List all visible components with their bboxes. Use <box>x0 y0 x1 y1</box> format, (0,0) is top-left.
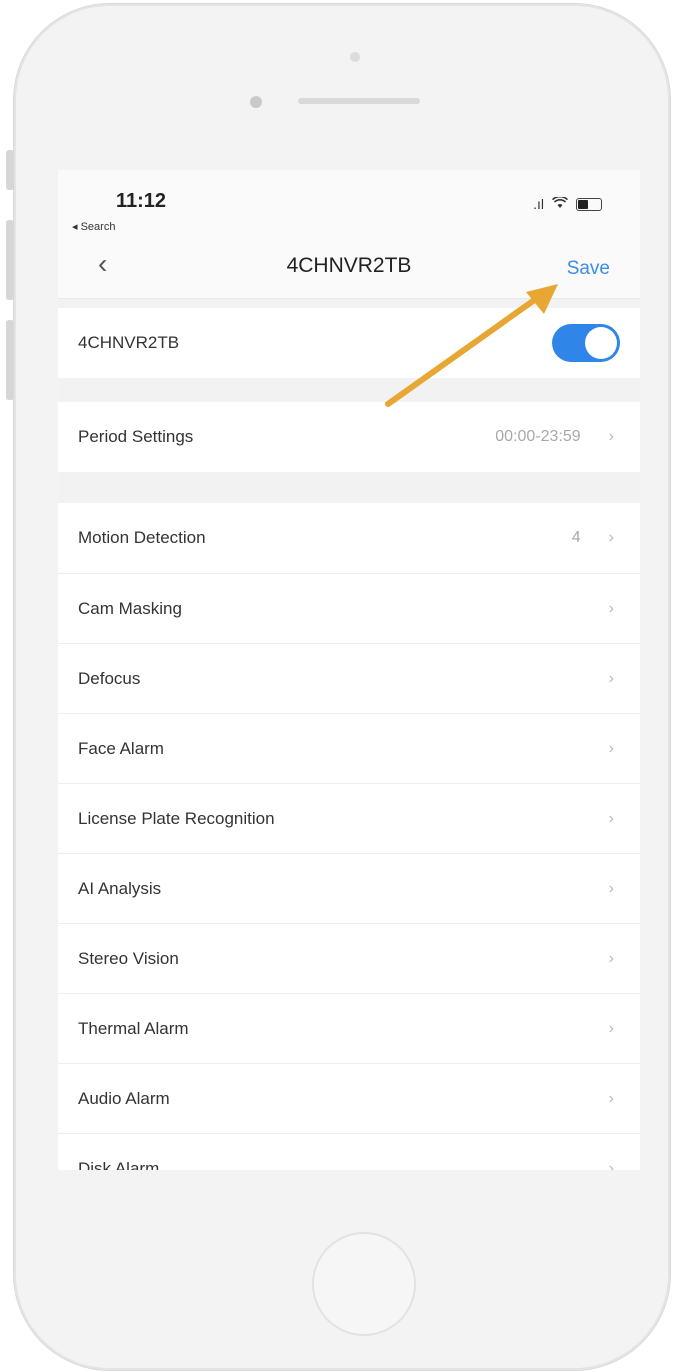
period-settings-label: Period Settings <box>78 427 194 446</box>
settings-row-label: Motion Detection <box>78 528 206 547</box>
chevron-right-icon: › <box>608 1159 614 1171</box>
toggle-knob <box>585 327 617 359</box>
period-settings-value: 00:00-23:59 <box>495 428 581 445</box>
chevron-right-icon: › <box>608 879 614 897</box>
chevron-right-icon: › <box>608 739 614 757</box>
status-time: 11:12 <box>116 190 167 212</box>
settings-row-cam-masking[interactable]: Cam Masking › <box>58 573 640 643</box>
front-camera <box>250 96 262 108</box>
settings-row-ai-analysis[interactable]: AI Analysis › <box>58 853 640 923</box>
chevron-right-icon: › <box>608 599 614 617</box>
volume-down-button <box>6 320 14 400</box>
chevron-right-icon: › <box>608 1019 614 1037</box>
battery-icon <box>576 197 602 211</box>
proximity-sensor <box>350 52 360 62</box>
chevron-right-icon: › <box>608 669 614 687</box>
page-title: 4CHNVR2TB <box>286 254 412 277</box>
settings-row-label: Thermal Alarm <box>78 1018 189 1038</box>
chevron-right-icon: › <box>608 428 614 445</box>
mute-switch <box>6 150 14 190</box>
settings-row-label: Cam Masking <box>78 598 182 618</box>
settings-row-license-plate[interactable]: License Plate Recognition › <box>58 783 640 853</box>
settings-row-face-alarm[interactable]: Face Alarm › <box>58 713 640 783</box>
settings-row-audio-alarm[interactable]: Audio Alarm › <box>58 1063 640 1133</box>
settings-row-label: Defocus <box>78 668 141 688</box>
settings-row-label: Face Alarm <box>78 738 164 758</box>
chevron-right-icon: › <box>608 1089 614 1107</box>
alarm-settings-list: Motion Detection 4 › Cam Masking › Defoc… <box>58 503 640 1170</box>
home-button[interactable] <box>312 1232 416 1336</box>
chevron-right-icon: › <box>608 529 614 546</box>
annotation-arrow-icon <box>385 284 558 407</box>
signal-icon: .ıl <box>533 196 544 212</box>
volume-up-button <box>6 220 14 300</box>
settings-row-motion-detection[interactable]: Motion Detection 4 › <box>58 503 640 573</box>
settings-row-disk-alarm[interactable]: Disk Alarm › <box>58 1133 640 1170</box>
settings-row-value: 4 <box>571 529 581 546</box>
save-button[interactable]: Save <box>567 258 610 280</box>
wifi-icon <box>551 195 569 212</box>
settings-row-stereo-vision[interactable]: Stereo Vision › <box>58 923 640 993</box>
earpiece-speaker <box>298 98 420 104</box>
back-to-app-link[interactable]: ◂ Search <box>72 220 115 233</box>
status-bar: 11:12 ◂ Search .ıl <box>58 170 640 240</box>
settings-row-defocus[interactable]: Defocus › <box>58 643 640 713</box>
chevron-right-icon: › <box>608 809 614 827</box>
settings-row-label: AI Analysis <box>78 878 162 898</box>
settings-row-label: Audio Alarm <box>78 1088 170 1108</box>
chevron-right-icon: › <box>608 949 614 967</box>
settings-row-label: Disk Alarm <box>78 1158 160 1171</box>
status-icons: .ıl <box>533 195 602 212</box>
settings-row-label: License Plate Recognition <box>78 808 275 828</box>
settings-row-thermal-alarm[interactable]: Thermal Alarm › <box>58 993 640 1063</box>
settings-row-label: Stereo Vision <box>78 948 179 968</box>
